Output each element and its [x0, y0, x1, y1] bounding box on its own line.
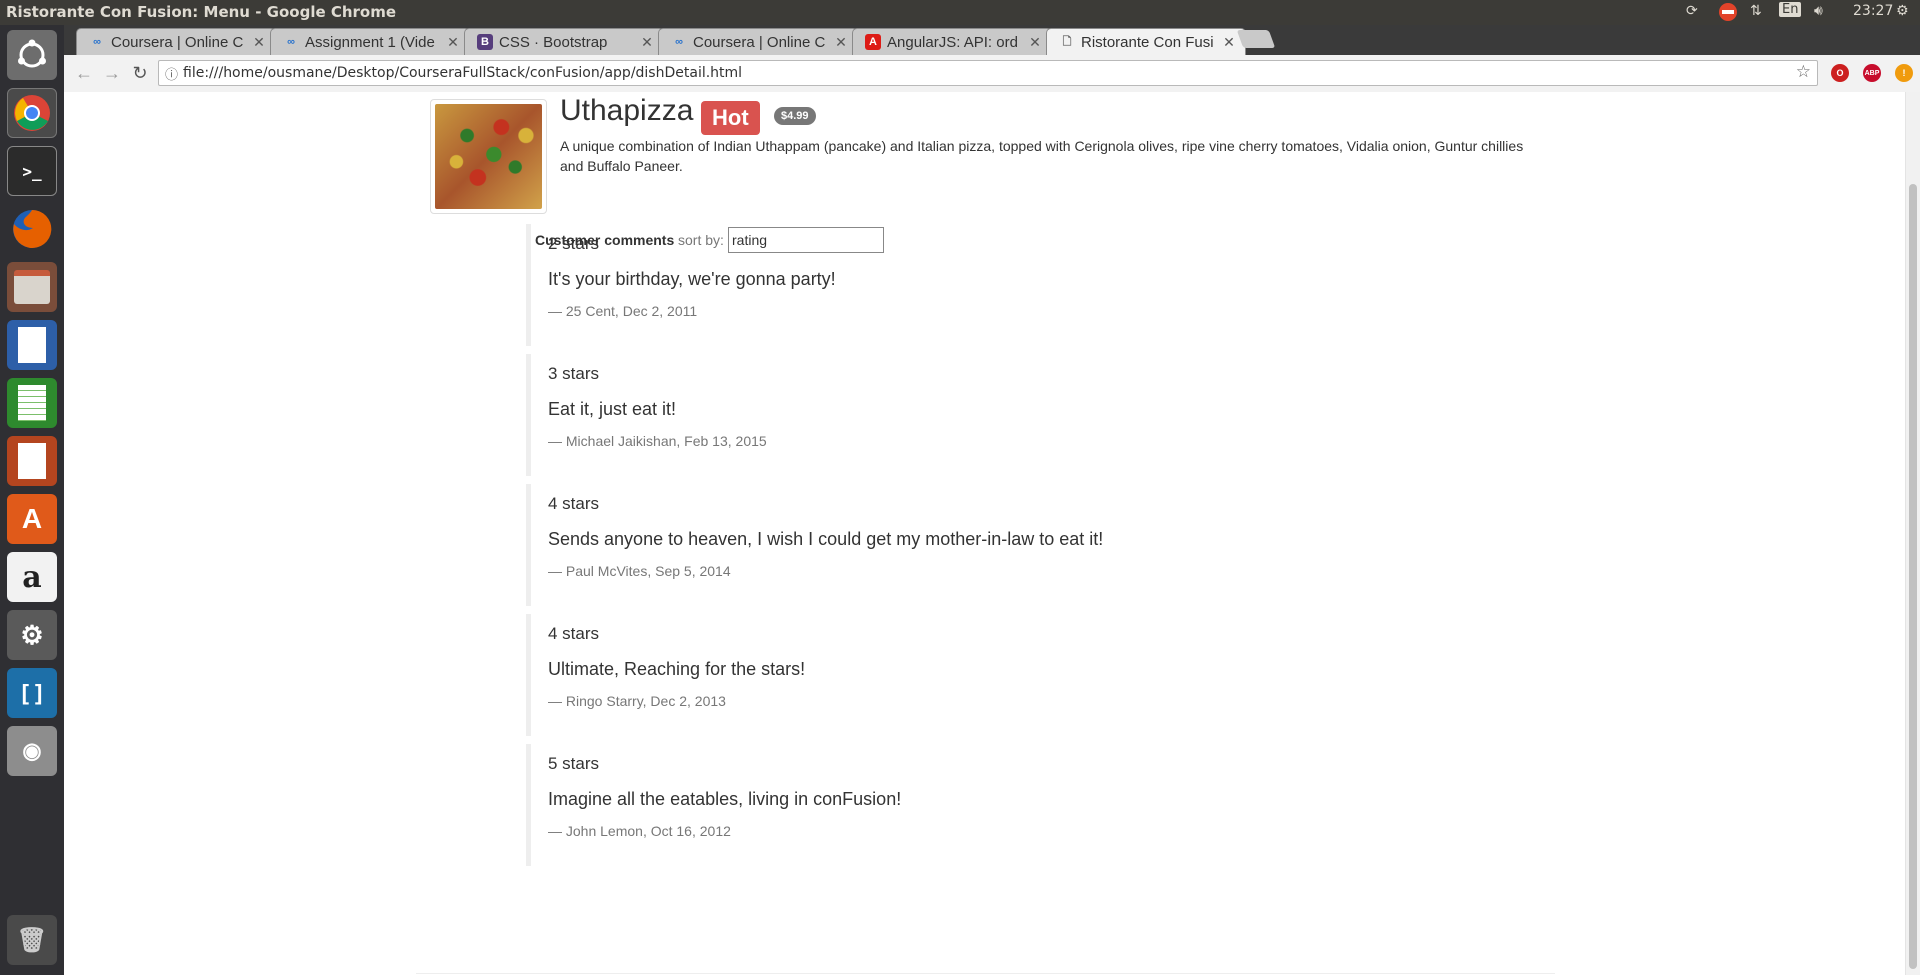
ubuntu-dash-icon[interactable] — [7, 30, 57, 80]
comment-item: 2 stars It's your birthday, we're gonna … — [526, 224, 1226, 346]
alert-extension-icon[interactable]: ! — [1895, 64, 1913, 82]
clock[interactable]: 23:27 — [1853, 3, 1893, 19]
app-launcher: >_ A a ⚙ [ ] ◉ 🗑︎ — [0, 25, 64, 975]
window-title: Ristorante Con Fusion: Menu - Google Chr… — [6, 3, 397, 21]
comment-text: Eat it, just eat it! — [548, 399, 677, 419]
network-icon[interactable]: ⇅ — [1750, 3, 1762, 19]
comment-rating: 5 stars — [548, 754, 600, 773]
dish-description: A unique combination of Indian Uthappam … — [560, 138, 1524, 174]
scrollbar-thumb[interactable] — [1909, 184, 1917, 969]
files-icon[interactable] — [7, 262, 57, 312]
reload-icon[interactable]: ↻ — [128, 61, 152, 85]
comment-text: Sends anyone to heaven, I wish I could g… — [548, 529, 1104, 549]
url-text[interactable]: file:///home/ousmane/Desktop/CourseraFul… — [183, 65, 742, 81]
close-icon[interactable]: ✕ — [251, 34, 267, 51]
comment-rating: 2 stars — [548, 234, 600, 253]
comment-author-date: — Ringo Starry, Dec 2, 2013 — [548, 693, 726, 709]
comment-item: 3 stars Eat it, just eat it! — Michael J… — [526, 354, 1226, 476]
comment-text: It's your birthday, we're gonna party! — [548, 269, 836, 289]
coursera-icon: ∞ — [675, 36, 683, 48]
do-not-disturb-icon[interactable] — [1718, 2, 1738, 26]
close-icon[interactable]: ✕ — [1221, 34, 1237, 51]
close-icon[interactable]: ✕ — [445, 34, 461, 51]
volume-icon[interactable]: 🔊︎ — [1814, 3, 1823, 19]
system-top-bar: Ristorante Con Fusion: Menu - Google Chr… — [0, 0, 1920, 25]
info-icon[interactable]: ⓘ — [165, 64, 178, 83]
close-icon[interactable]: ✕ — [833, 34, 849, 51]
comment-item: 4 stars Ultimate, Reaching for the stars… — [526, 614, 1226, 736]
angular-icon: A — [865, 34, 881, 50]
back-arrow-icon[interactable]: ← — [72, 61, 96, 85]
comment-author-date: — Michael Jaikishan, Feb 13, 2015 — [548, 433, 767, 449]
browser-tab[interactable]: ∞ Coursera | Online C ✕ — [658, 28, 858, 55]
trash-icon[interactable]: 🗑︎ — [7, 915, 57, 965]
coursera-icon: ∞ — [93, 36, 101, 48]
browser-tab-strip: ∞ Coursera | Online C ✕ ∞ Assignment 1 (… — [64, 25, 1920, 55]
browser-tab[interactable]: B CSS · Bootstrap ✕ — [464, 28, 664, 55]
browser-tab[interactable]: ∞ Coursera | Online C ✕ — [76, 28, 276, 55]
calc-icon[interactable] — [7, 378, 57, 428]
price-badge: $4.99 — [774, 107, 816, 125]
terminal-icon[interactable]: >_ — [7, 146, 57, 196]
comment-text: Ultimate, Reaching for the stars! — [548, 659, 806, 679]
sync-icon[interactable]: ⟳ — [1686, 3, 1698, 19]
writer-icon[interactable] — [7, 320, 57, 370]
software-center-icon[interactable]: A — [7, 494, 57, 544]
dish-image — [430, 99, 547, 214]
firefox-icon[interactable] — [7, 204, 57, 254]
amazon-icon[interactable]: a — [7, 552, 57, 602]
bookmark-star-icon[interactable]: ☆ — [1796, 62, 1811, 82]
page-scrollbar[interactable] — [1905, 92, 1920, 975]
comment-text: Imagine all the eatables, living in conF… — [548, 789, 902, 809]
address-bar[interactable]: ⓘ file:///home/ousmane/Desktop/CourseraF… — [158, 60, 1818, 86]
close-icon[interactable]: ✕ — [639, 34, 655, 51]
system-settings-icon[interactable]: ⚙ — [7, 610, 57, 660]
comment-author-date: — Paul McVites, Sep 5, 2014 — [548, 563, 731, 579]
dish-name: Uthapizza — [560, 94, 694, 127]
new-tab-button[interactable] — [1236, 30, 1276, 48]
brackets-icon[interactable]: [ ] — [7, 668, 57, 718]
impress-icon[interactable] — [7, 436, 57, 486]
keyboard-language-indicator[interactable]: En — [1779, 2, 1802, 17]
bootstrap-icon: B — [477, 34, 493, 50]
forward-arrow-icon[interactable]: → — [100, 61, 124, 85]
page-icon: 🗋︎ — [1062, 35, 1072, 48]
browser-tab[interactable]: A AngularJS: API: ord ✕ — [852, 28, 1052, 55]
page-content: Uthapizza Hot $4.99 A unique combination… — [64, 92, 1920, 975]
opera-extension-icon[interactable]: O — [1831, 64, 1849, 82]
divider — [416, 973, 1555, 974]
chrome-icon[interactable] — [7, 88, 57, 138]
comment-author-date: — John Lemon, Oct 16, 2012 — [548, 823, 731, 839]
comment-item: 4 stars Sends anyone to heaven, I wish I… — [526, 484, 1226, 606]
comment-item: 5 stars Imagine all the eatables, living… — [526, 744, 1226, 866]
screenshot-icon[interactable]: ◉ — [7, 726, 57, 776]
settings-gear-icon[interactable]: ⚙ — [1896, 3, 1909, 19]
browser-tab[interactable]: ∞ Assignment 1 (Vide ✕ — [270, 28, 470, 55]
pizza-image — [435, 104, 542, 209]
comment-author-date: — 25 Cent, Dec 2, 2011 — [548, 303, 698, 319]
adblock-plus-icon[interactable]: ABP — [1863, 64, 1881, 82]
close-icon[interactable]: ✕ — [1027, 34, 1043, 51]
comment-rating: 3 stars — [548, 364, 600, 383]
browser-tab-active[interactable]: 🗋︎ Ristorante Con Fusi ✕ — [1046, 28, 1246, 55]
browser-toolbar: ← → ↻ ⓘ file:///home/ousmane/Desktop/Cou… — [64, 55, 1920, 93]
coursera-icon: ∞ — [287, 36, 295, 48]
comment-rating: 4 stars — [548, 624, 600, 643]
hot-label: Hot — [701, 101, 760, 135]
comment-rating: 4 stars — [548, 494, 600, 513]
